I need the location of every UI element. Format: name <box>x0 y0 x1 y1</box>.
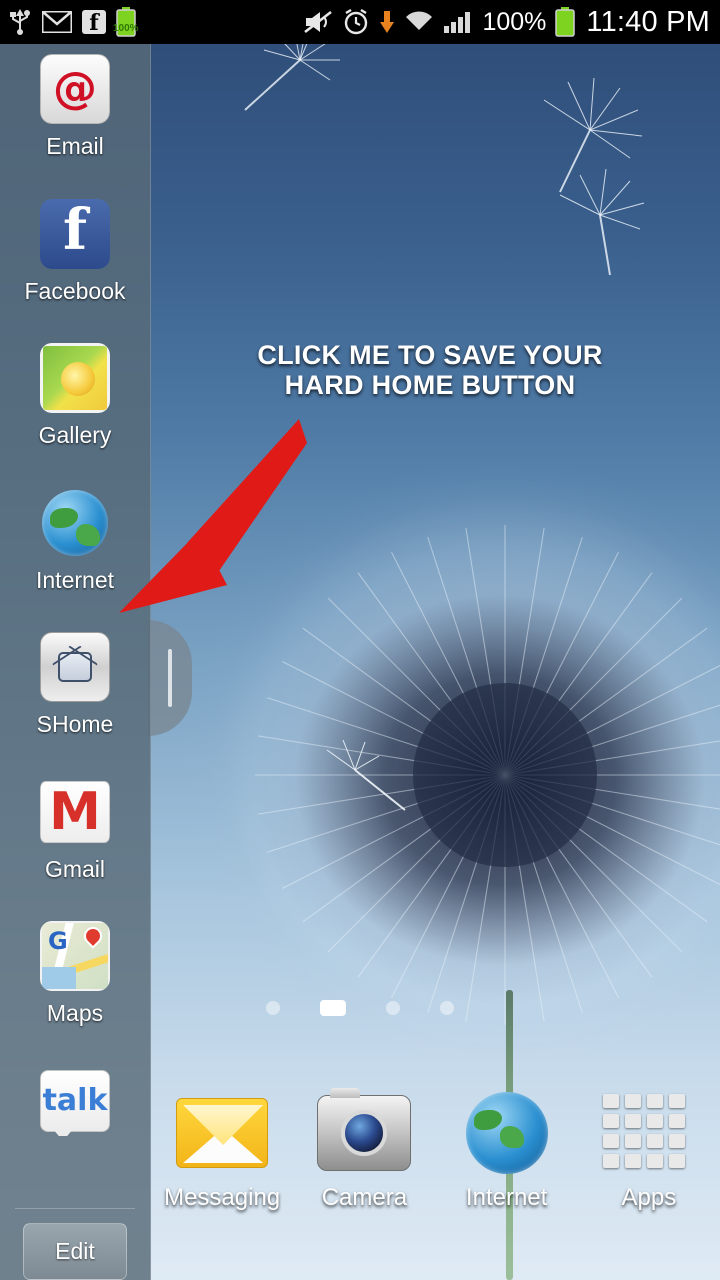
sidebar-item-email[interactable]: @ Email <box>0 50 151 195</box>
mute-vibrate-icon <box>303 9 333 35</box>
dock: Messaging Camera Internet Apps <box>151 1088 720 1250</box>
drawer-handle-grip <box>168 649 172 707</box>
talk-bubble-icon: talk <box>40 1066 110 1136</box>
dock-item-messaging[interactable]: Messaging <box>152 1090 292 1212</box>
phone-screen: Messaging Camera Internet Apps @ Email f… <box>0 0 720 1280</box>
gmail-icon <box>42 11 72 33</box>
dock-item-camera[interactable]: Camera <box>294 1088 434 1212</box>
status-bar-system-icons: 100% 11:40 PM <box>303 6 720 39</box>
sidebar-label-gmail: Gmail <box>44 855 106 882</box>
battery-small-label: 100% <box>113 23 139 34</box>
annotation-text: CLICK ME TO SAVE YOUR HARD HOME BUTTON <box>160 340 700 400</box>
battery-icon <box>555 7 576 37</box>
dock-label-messaging: Messaging <box>164 1184 281 1211</box>
wifi-icon <box>404 10 434 34</box>
page-dot-2[interactable] <box>320 1000 346 1016</box>
battery-percent-label: 100% <box>482 7 547 36</box>
edit-button[interactable]: Edit <box>23 1223 127 1280</box>
dock-label-camera: Camera <box>321 1184 408 1211</box>
camera-icon <box>316 1088 412 1176</box>
page-dot-3[interactable] <box>386 1001 400 1015</box>
sidebar-item-talk[interactable]: talk <box>0 1062 151 1207</box>
email-at-icon: @ <box>40 54 110 124</box>
dock-item-apps[interactable]: Apps <box>579 1090 719 1212</box>
facebook-icon: f <box>40 198 110 269</box>
side-app-drawer: @ Email f Facebook Gallery Internet SHom… <box>0 44 151 1280</box>
dock-label-internet: Internet <box>465 1184 548 1211</box>
status-bar[interactable]: f 100% 100% 11:40 PM <box>0 0 720 44</box>
clock-label: 11:40 PM <box>586 5 710 38</box>
drawer-divider <box>15 1208 135 1210</box>
svg-text:f: f <box>89 10 100 34</box>
sidebar-label-facebook: Facebook <box>24 277 126 304</box>
maps-pin-icon: G <box>40 921 110 992</box>
dock-item-internet[interactable]: Internet <box>437 1090 577 1212</box>
dock-label-apps: Apps <box>621 1184 677 1211</box>
alarm-icon <box>342 8 370 36</box>
sidebar-item-maps[interactable]: G Maps <box>0 917 151 1062</box>
sidebar-item-gmail[interactable]: M Gmail <box>0 773 151 918</box>
sidebar-item-facebook[interactable]: f Facebook <box>0 195 151 340</box>
annotation-line-1: CLICK ME TO SAVE YOUR <box>257 340 603 370</box>
download-icon <box>379 9 395 35</box>
sidebar-label-maps: Maps <box>46 1000 104 1027</box>
battery-charge-icon: 100% <box>113 7 139 37</box>
red-arrow-annotation <box>119 419 307 613</box>
facebook-icon: f <box>82 10 106 34</box>
signal-icon <box>443 10 473 34</box>
internet-globe-icon <box>459 1090 555 1176</box>
status-bar-notifications: f 100% <box>0 7 139 37</box>
sidebar-label-shome: SHome <box>36 711 114 738</box>
sidebar-label-email: Email <box>46 133 104 159</box>
messaging-envelope-icon <box>174 1090 270 1176</box>
apps-grid-icon <box>601 1090 697 1176</box>
usb-icon <box>8 9 32 35</box>
gmail-m-icon: M <box>40 777 110 847</box>
page-dot-4[interactable] <box>440 1001 454 1015</box>
page-dot-1[interactable] <box>266 1001 280 1015</box>
